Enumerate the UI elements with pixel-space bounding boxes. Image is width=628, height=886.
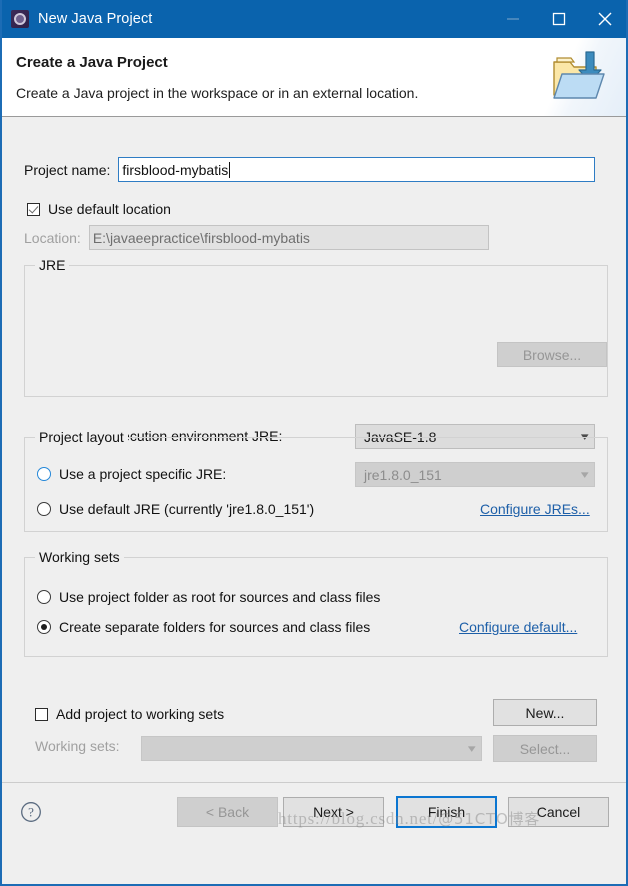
- minimize-button[interactable]: [490, 0, 536, 38]
- project-name-input[interactable]: firsblood-mybatis: [118, 157, 596, 182]
- project-layout-group: Project layout: [24, 429, 608, 532]
- maximize-button[interactable]: [536, 0, 582, 38]
- window-controls: [490, 0, 626, 38]
- working-sets-group: Working sets: [24, 549, 608, 657]
- eclipse-gear-icon: [11, 10, 29, 28]
- working-sets-dropdown: ▾: [141, 736, 482, 761]
- use-default-location-checkbox[interactable]: Use default location: [27, 201, 171, 217]
- location-value: E:\javaeepractice\firsblood-mybatis: [92, 229, 310, 246]
- next-button[interactable]: Next >: [283, 797, 384, 827]
- window-title: New Java Project: [38, 11, 153, 27]
- location-label: Location:: [24, 229, 81, 246]
- project-name-value: firsblood-mybatis: [122, 161, 229, 178]
- finish-button[interactable]: Finish: [396, 796, 497, 828]
- text-caret: [229, 161, 231, 178]
- back-button: < Back: [177, 797, 278, 827]
- chevron-down-icon: ▾: [468, 743, 477, 755]
- cancel-button[interactable]: Cancel: [508, 797, 609, 827]
- banner-artwork: [518, 38, 626, 116]
- wizard-banner: Create a Java Project Create a Java proj…: [2, 38, 626, 117]
- project-layout-group-title: Project layout: [35, 429, 128, 445]
- project-name-row: Project name: firsblood-mybatis: [24, 157, 596, 182]
- jre-group-title: JRE: [35, 257, 70, 273]
- dialog-body: Project name: firsblood-mybatis Use defa…: [2, 117, 626, 843]
- dialog-footer: ? < Back Next > Finish Cancel https://bl…: [2, 782, 626, 843]
- add-project-to-working-sets-label: Add project to working sets: [56, 706, 225, 722]
- help-question-icon[interactable]: ?: [20, 801, 42, 823]
- page-title: Create a Java Project: [16, 54, 168, 71]
- location-row: Location: E:\javaeepractice\firsblood-my…: [24, 225, 489, 250]
- working-sets-label: Working sets:: [35, 738, 120, 754]
- finish-label: Finish: [427, 804, 466, 820]
- working-sets-group-title: Working sets: [35, 549, 124, 565]
- new-working-set-label: New...: [525, 704, 565, 721]
- add-project-to-working-sets-checkbox[interactable]: Add project to working sets: [35, 706, 224, 722]
- back-label: < Back: [205, 804, 250, 820]
- page-subtitle: Create a Java project in the workspace o…: [16, 85, 419, 101]
- project-name-label: Project name:: [24, 161, 111, 178]
- checkbox-box: [35, 707, 48, 721]
- select-working-set-button: Select...: [493, 735, 597, 762]
- select-working-set-label: Select...: [519, 740, 571, 757]
- folder-with-arrow-icon: [553, 51, 605, 99]
- jre-group: JRE: [24, 257, 608, 397]
- location-input: E:\javaeepractice\firsblood-mybatis: [88, 225, 489, 250]
- title-bar: New Java Project: [2, 0, 626, 38]
- next-label: Next >: [313, 804, 354, 820]
- new-working-set-button[interactable]: New...: [493, 699, 597, 726]
- use-default-location-label: Use default location: [48, 201, 171, 217]
- checkbox-box: [27, 202, 40, 216]
- new-java-project-dialog: New Java Project Create a Java Project C…: [0, 0, 628, 886]
- close-button[interactable]: [582, 0, 626, 38]
- working-sets-row: Working sets:: [35, 738, 120, 754]
- cancel-label: Cancel: [536, 804, 581, 820]
- svg-text:?: ?: [28, 805, 34, 820]
